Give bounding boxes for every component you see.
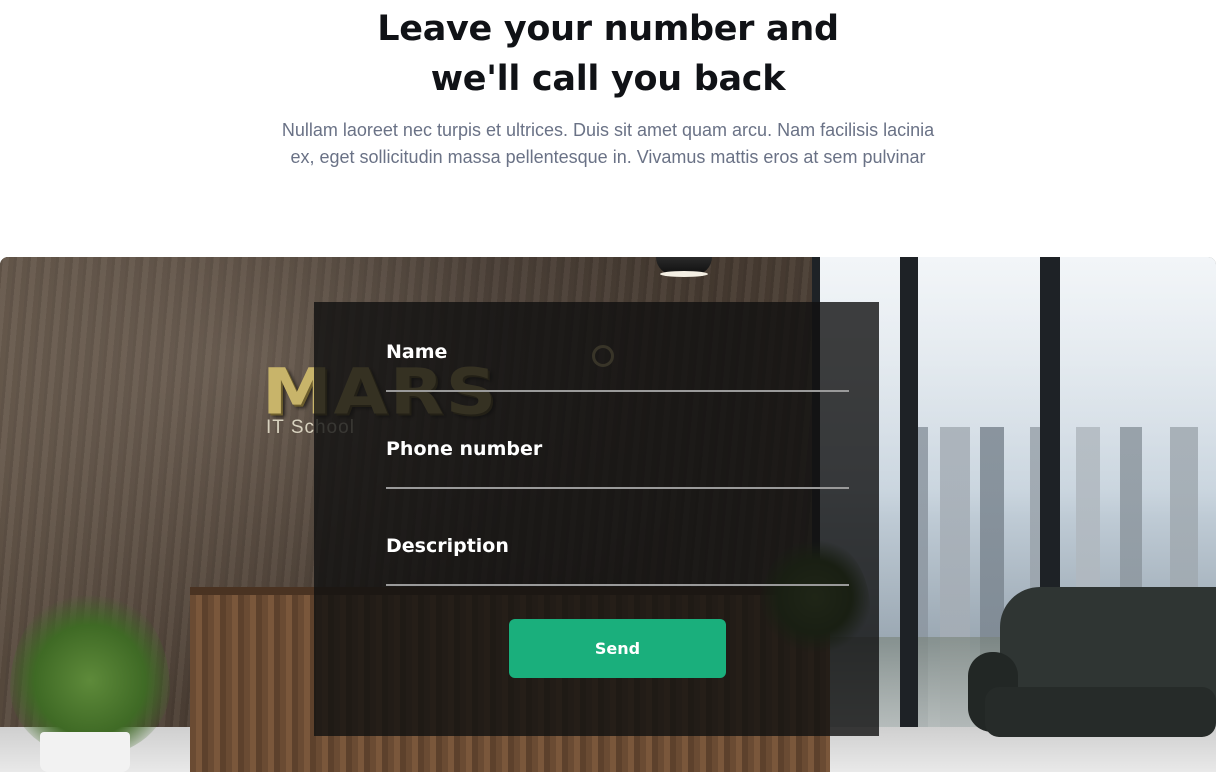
page-title: Leave your number and we'll call you bac…	[0, 4, 1216, 104]
window-frame	[900, 257, 918, 772]
phone-label: Phone number	[386, 438, 543, 460]
name-field: Name	[386, 340, 849, 392]
phone-field: Phone number	[386, 437, 849, 489]
page-subtitle: Nullam laoreet nec turpis et ultrices. D…	[281, 120, 935, 167]
callback-form: Name Phone number Description Send	[314, 302, 879, 736]
page-title-line-1: Leave your number and	[377, 9, 839, 49]
lamp-glow	[660, 271, 708, 277]
description-label: Description	[386, 535, 509, 557]
name-label: Name	[386, 341, 448, 363]
description-field: Description	[386, 534, 849, 586]
phone-input[interactable]	[386, 467, 849, 489]
sofa-seat	[985, 687, 1216, 737]
name-input[interactable]	[386, 370, 849, 392]
plant-pot	[40, 732, 130, 772]
description-input[interactable]	[386, 564, 849, 586]
page-title-line-2: we'll call you back	[430, 59, 786, 99]
send-button[interactable]: Send	[509, 619, 726, 678]
